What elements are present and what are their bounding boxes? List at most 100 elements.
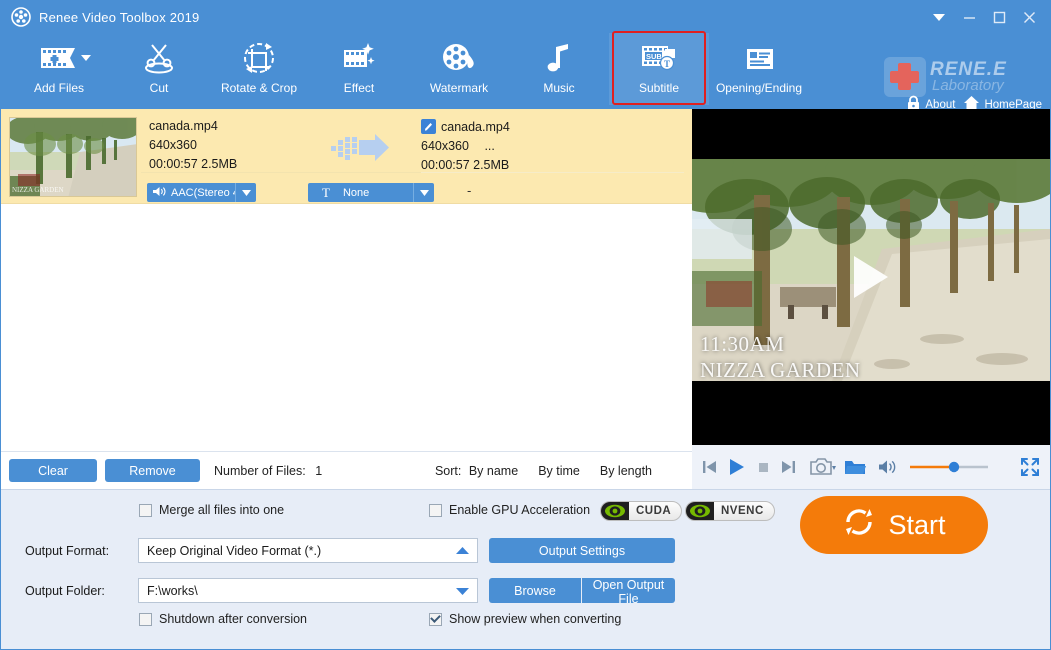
toolbar-label: Rotate & Crop [220, 81, 298, 95]
toolbar-label: Add Files [33, 81, 85, 95]
edit-pencil-icon[interactable] [421, 119, 436, 134]
minimize-button[interactable] [954, 2, 984, 32]
toolbar-item-subtitle[interactable]: SUB T Subtitle [609, 31, 709, 105]
toolbar-item-cut[interactable]: Cut [109, 33, 209, 105]
nvidia-eye-icon [601, 502, 629, 520]
toolbar-item-rotate-crop[interactable]: Rotate & Crop [209, 33, 309, 105]
sort-by-time[interactable]: By time [538, 464, 580, 478]
maximize-button[interactable] [984, 2, 1014, 32]
audio-track-dropdown-icon[interactable] [235, 183, 256, 202]
output-file-name: canada.mp4 [441, 119, 510, 134]
stop-icon[interactable] [754, 458, 772, 476]
subtitle-line-1: 11:30AM [700, 332, 785, 356]
output-folder-value: F:\works\ [147, 583, 198, 598]
subtitle-track-dropdown-icon[interactable] [413, 183, 434, 202]
output-format-select[interactable]: Keep Original Video Format (*.) [138, 538, 478, 563]
previous-icon[interactable] [700, 458, 718, 476]
nvenc-label: NVENC [721, 505, 764, 517]
sort-by-length[interactable]: By length [600, 464, 652, 478]
output-resolution: 640x360 ... [421, 139, 671, 153]
number-of-files: Number of Files: 1 [214, 464, 322, 478]
toolbar-item-add-files[interactable]: Add Files [9, 33, 109, 105]
text-icon: T [322, 184, 330, 200]
nvenc-badge[interactable]: NVENC [685, 501, 775, 521]
chevron-down-icon[interactable] [456, 584, 469, 598]
start-button[interactable]: Start [800, 496, 988, 554]
toolbar-item-effect[interactable]: Effect [309, 33, 409, 105]
toolbar-item-watermark[interactable]: Watermark [409, 33, 509, 105]
svg-text:NIZZA GARDEN: NIZZA GARDEN [12, 186, 64, 194]
audio-track-select[interactable]: AAC(Stereo 4 [147, 183, 256, 202]
show-preview-checkbox[interactable]: Show preview when converting [429, 612, 621, 626]
play-icon[interactable] [726, 457, 746, 477]
file-panel: NIZZA GARDEN canada.mp4 640x360 00:00:57… [1, 109, 692, 489]
volume-icon[interactable] [878, 459, 898, 475]
subtitle-icon: SUB T [639, 37, 679, 79]
subtitle-track-select[interactable]: T None [308, 183, 434, 202]
collapse-button[interactable] [924, 2, 954, 32]
remove-button[interactable]: Remove [105, 459, 200, 482]
toolbar-item-music[interactable]: Music [509, 33, 609, 105]
output-file-name-row: canada.mp4 [421, 119, 671, 134]
main-toolbar: Add Files Cut Rotate & Crop Effect Water… [1, 31, 1050, 111]
toolbar-item-opening-ending[interactable]: Opening/Ending [709, 33, 809, 105]
cut-icon [141, 37, 177, 79]
cuda-badge[interactable]: CUDA [600, 501, 683, 521]
app-logo-icon [11, 7, 31, 27]
file-list[interactable]: NIZZA GARDEN canada.mp4 640x360 00:00:57… [1, 109, 692, 451]
opening-ending-icon [741, 37, 777, 79]
shutdown-checkbox-box[interactable] [139, 612, 152, 626]
sort-by-name[interactable]: By name [469, 464, 518, 478]
show-preview-checkbox-box[interactable] [429, 612, 442, 626]
toolbar-label: Cut [149, 81, 169, 95]
watermark-icon [441, 37, 477, 79]
toolbar-label: Effect [343, 81, 375, 95]
file-list-toolbar: Clear Remove Number of Files: 1 Sort: By… [1, 451, 692, 489]
shutdown-label: Shutdown after conversion [159, 612, 308, 626]
video-preview[interactable]: 11:30AM NIZZA GARDEN [692, 109, 1050, 445]
output-folder-input[interactable]: F:\works\ [138, 578, 478, 603]
fullscreen-icon[interactable] [1020, 457, 1040, 477]
chevron-up-icon[interactable] [456, 544, 469, 558]
source-file-name: canada.mp4 [149, 119, 218, 133]
close-button[interactable] [1014, 2, 1044, 32]
next-icon[interactable] [780, 458, 798, 476]
svg-text:T: T [664, 59, 670, 69]
track-selectors: AAC(Stereo 4 T None [147, 183, 434, 202]
add-files-icon [39, 37, 79, 79]
gpu-acceleration-label: Enable GPU Acceleration [449, 503, 591, 517]
window-title: Renee Video Toolbox 2019 [39, 9, 200, 25]
title-bar: Renee Video Toolbox 2019 [1, 1, 1050, 33]
merge-checkbox-box[interactable] [139, 503, 152, 517]
subtitle-overlay: 11:30AM NIZZA GARDEN [700, 331, 861, 383]
play-overlay-icon[interactable] [854, 256, 888, 298]
shutdown-checkbox[interactable]: Shutdown after conversion [139, 612, 307, 626]
subtitle-track-label: None [342, 186, 370, 199]
output-settings-button[interactable]: Output Settings [489, 538, 675, 563]
effect-icon [341, 37, 377, 79]
open-folder-icon[interactable] [844, 458, 866, 476]
browse-button[interactable]: Browse [489, 578, 581, 603]
output-resolution-more: ... [484, 139, 495, 153]
row-divider-output [421, 172, 684, 173]
open-output-file-button[interactable]: Open Output File [582, 578, 675, 606]
preview-panel: 11:30AM NIZZA GARDEN [692, 109, 1050, 489]
video-thumbnail: NIZZA GARDEN [9, 117, 137, 197]
source-resolution: 640x360 [149, 138, 197, 152]
table-row[interactable]: NIZZA GARDEN canada.mp4 640x360 00:00:57… [1, 109, 692, 204]
gpu-acceleration-checkbox[interactable]: Enable GPU Acceleration [429, 503, 590, 517]
merge-files-checkbox[interactable]: Merge all files into one [139, 503, 284, 517]
volume-slider[interactable] [908, 459, 990, 475]
settings-panel: Merge all files into one Enable GPU Acce… [1, 489, 1050, 649]
refresh-icon [842, 505, 876, 546]
snapshot-icon[interactable] [810, 457, 836, 477]
merge-files-label: Merge all files into one [159, 503, 285, 517]
speaker-icon [153, 186, 166, 200]
clear-button[interactable]: Clear [9, 459, 97, 482]
add-files-caret-icon [81, 55, 91, 61]
output-resolution-value: 640x360 [421, 139, 469, 153]
main-area: NIZZA GARDEN canada.mp4 640x360 00:00:57… [1, 109, 1050, 489]
application-window: Renee Video Toolbox 2019 Add Files Cut R… [0, 0, 1051, 650]
gpu-checkbox-box[interactable] [429, 503, 442, 517]
music-icon [544, 37, 574, 79]
